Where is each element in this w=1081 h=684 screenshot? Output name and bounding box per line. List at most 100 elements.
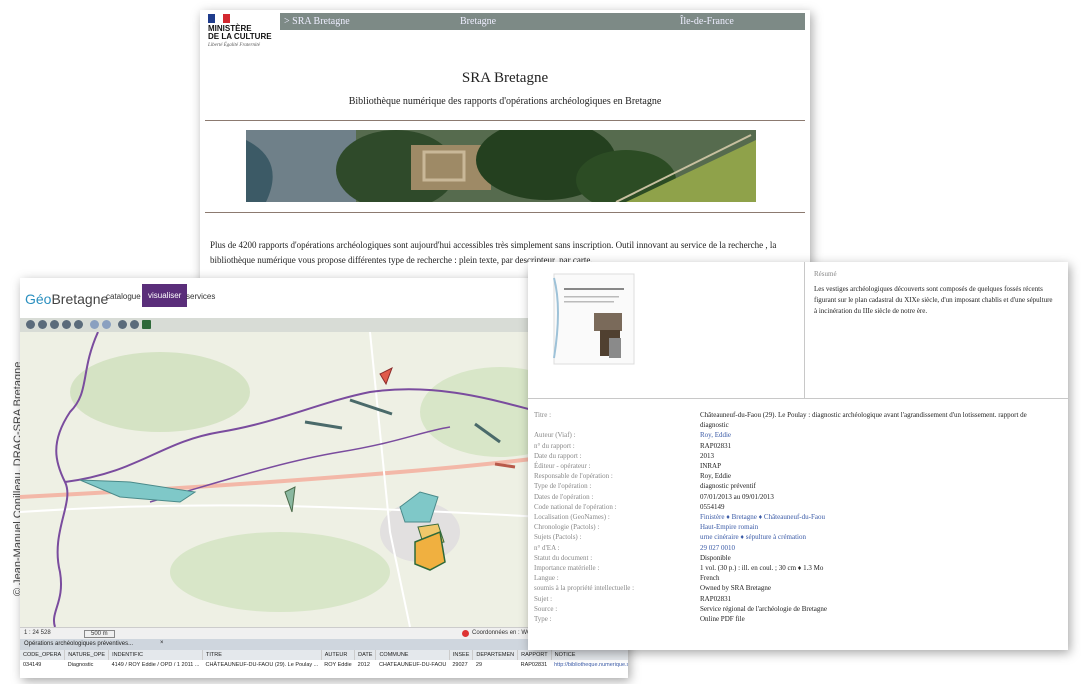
zoom-in-icon[interactable] — [50, 320, 59, 329]
record-field-row: Titre : Châteauneuf-du-Faou (29). Le Poul… — [534, 410, 1062, 420]
forward-icon[interactable] — [102, 320, 111, 329]
field-value-link[interactable]: 29 027 0010 — [700, 543, 735, 553]
info-icon[interactable] — [118, 320, 127, 329]
print-icon[interactable] — [130, 320, 139, 329]
field-label: Dates de l'opération : — [534, 492, 594, 501]
record-field-row: soumis à la propriété intellectuelle : Ow… — [534, 583, 1062, 593]
layers-icon[interactable] — [142, 320, 151, 329]
column-header[interactable]: COMMUNE — [375, 650, 450, 660]
record-field-row: Type : Online PDF file — [534, 614, 1062, 624]
field-value: 2013 — [700, 451, 714, 460]
column-header[interactable]: INDENTIFIC — [108, 650, 203, 660]
column-header[interactable]: TITRE — [202, 650, 322, 660]
field-value: 07/01/2013 au 09/01/2013 — [700, 492, 774, 501]
aerial-photo-banner — [246, 130, 756, 202]
record-field-row: n° du rapport : RAP02831 — [534, 441, 1062, 451]
report-pages-thumbnail — [553, 273, 635, 365]
attribute-table: CODE_OPERA NATURE_OPE INDENTIFIC TITRE AUTEU… — [20, 650, 628, 670]
field-label: soumis à la propriété intellectuelle : — [534, 584, 635, 593]
field-label: Auteur (Viaf) : — [534, 431, 576, 440]
field-value-link[interactable]: Finistère ♦ Bretagne ♦ Châteauneuf-du-Fa… — [700, 512, 825, 522]
field-value: 1 vol. (30 p.) : ill. en coul. ; 30 cm ♦… — [700, 564, 824, 573]
field-label: Type de l'opération : — [534, 482, 592, 491]
report-thumbnail[interactable] — [534, 268, 804, 398]
field-value: diagnostic préventif — [700, 482, 756, 491]
record-field-row: n° d'EA : 29 027 0010 — [534, 543, 1062, 553]
divider — [528, 398, 1068, 399]
pan-icon[interactable] — [38, 320, 47, 329]
nav-item-bretagne[interactable]: Bretagne — [460, 16, 496, 27]
summary-label: Résumé — [814, 270, 837, 278]
republic-motto: Liberté Égalité Fraternité — [208, 43, 260, 48]
table-row[interactable]: 034149 Diagnostic 4149 / ROY Eddie / OPD /… — [20, 660, 628, 670]
record-field-row: Code national de l'opération : 0554149 — [534, 502, 1062, 512]
ministry-logo[interactable]: MINISTÈRE DE LA CULTURE Liberté Égalité … — [208, 14, 278, 48]
nav-services[interactable]: services — [186, 292, 215, 301]
field-label: Éditeur - opérateur : — [534, 462, 591, 471]
divider — [205, 120, 805, 121]
record-field-row: Date du rapport : 2013 — [534, 451, 1062, 461]
field-label: Code national de l'opération : — [534, 502, 617, 511]
column-header[interactable]: DEPARTEMEN — [472, 650, 519, 660]
table-cell: http://bibliotheque.numerique.sra-bretag… — [554, 662, 628, 668]
field-value-link[interactable]: Haut-Empire romain — [700, 522, 758, 532]
divider — [804, 262, 805, 398]
nav-visualiser[interactable]: visualiser — [142, 284, 188, 307]
column-header[interactable]: INSEE — [449, 650, 474, 660]
column-header[interactable]: NATURE_OPE — [64, 650, 110, 660]
nav-item-sra-bretagne[interactable]: > SRA Bretagne — [284, 16, 350, 27]
zoom-extent-icon[interactable] — [26, 320, 35, 329]
nav-item-ile-de-france[interactable]: Île-de-France — [680, 16, 734, 27]
zoom-box-icon[interactable] — [74, 320, 83, 329]
field-label: n° d'EA : — [534, 543, 560, 552]
field-value-link[interactable]: Roy, Eddie — [700, 430, 731, 440]
column-header[interactable]: AUTEUR — [321, 650, 356, 660]
nav-catalogue[interactable]: catalogue — [106, 292, 141, 301]
column-header[interactable]: NOTICE — [551, 650, 628, 660]
field-label: Type : — [534, 615, 552, 624]
field-value: French — [700, 574, 720, 583]
field-value: Disponible — [700, 553, 731, 562]
field-label: Importance matérielle : — [534, 564, 600, 573]
layer-tab[interactable]: Opérations archéologiques préventives... — [24, 641, 133, 647]
page-title: SRA Bretagne — [461, 70, 549, 86]
field-value-link[interactable]: urne cinéraire ♦ sépulture à crémation — [700, 532, 806, 542]
table-cell: 29 — [475, 662, 483, 668]
column-header[interactable]: RAPPORT — [517, 650, 552, 660]
record-field-row: Statut du document : Disponible — [534, 553, 1062, 563]
field-value: diagnostic — [700, 421, 729, 430]
record-field-row: Langue : French — [534, 573, 1062, 583]
aerial-photo — [246, 130, 756, 202]
field-label: Sujets (Pactols) : — [534, 533, 582, 542]
field-label: Titre : — [534, 411, 552, 419]
location-icon[interactable] — [462, 630, 469, 637]
record-field-row: Responsable de l'opération : Roy, Eddie — [534, 471, 1062, 481]
field-value: Owned by SRA Bretagne — [700, 584, 771, 593]
geobretagne-logo[interactable]: GéoBretagne — [25, 291, 108, 307]
column-header[interactable]: CODE_OPERA — [20, 650, 66, 660]
table-cell: ROY Eddie — [324, 662, 352, 668]
french-flag-icon — [208, 14, 230, 23]
field-value: Roy, Eddie — [700, 472, 732, 481]
ministry-name: MINISTÈRE DE LA CULTURE — [208, 24, 272, 41]
column-header[interactable]: DATE — [354, 650, 377, 660]
record-field-row: Chronologie (Pactols) : Haut-Empire romai… — [534, 522, 1062, 532]
page-subtitle: Bibliothèque numérique des rapports d'op… — [348, 96, 662, 107]
record-field-row: Dates de l'opération : 07/01/2013 au 09/0… — [534, 492, 1062, 502]
scale-value[interactable]: 1 : 24 528 — [24, 630, 51, 636]
back-icon[interactable] — [90, 320, 99, 329]
record-field-row: Importance matérielle : 1 vol. (30 p.) : … — [534, 563, 1062, 573]
field-value: Service régional de l'archéologie de Bre… — [700, 604, 828, 613]
field-value: RAP02831 — [700, 594, 732, 603]
table-cell: 4149 / ROY Eddie / OPD / 1 2011 ... — [111, 662, 200, 668]
close-tab-icon[interactable]: × — [160, 640, 164, 646]
sra-bretagne-window: MINISTÈRE DE LA CULTURE Liberté Égalité … — [200, 10, 810, 290]
record-field-row: Sujets (Pactols) : urne cinéraire ♦ sépul… — [534, 532, 1062, 542]
table-cell: Diagnostic — [67, 662, 94, 668]
record-field-row: Sujet : RAP02831 — [534, 594, 1062, 604]
top-navigation: > SRA Bretagne Bretagne Île-de-France — [280, 13, 805, 30]
zoom-out-icon[interactable] — [62, 320, 71, 329]
divider — [205, 212, 805, 213]
field-label: Date du rapport : — [534, 451, 582, 460]
record-field-row: Éditeur - opérateur : INRAP — [534, 461, 1062, 471]
